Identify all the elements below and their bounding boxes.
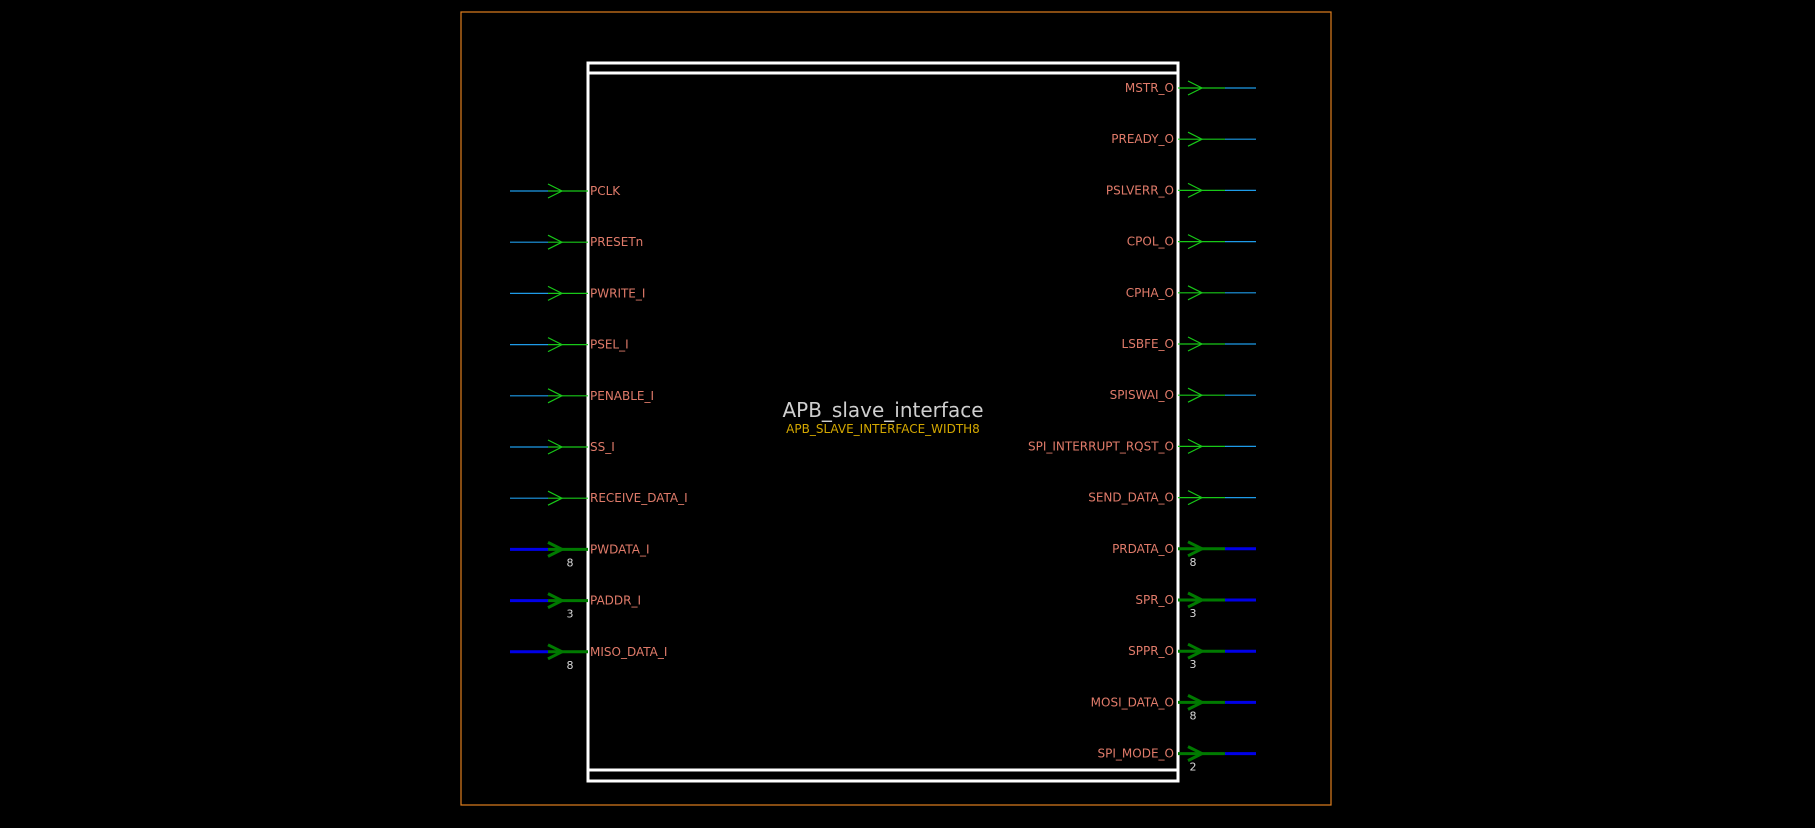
output-port-label: MSTR_O	[1125, 81, 1174, 95]
input-port-label: RECEIVE_DATA_I	[590, 491, 688, 505]
bus-width-label: 8	[1190, 709, 1197, 722]
input-port-label: MISO_DATA_I	[590, 645, 667, 659]
bus-width-label: 8	[1190, 556, 1197, 569]
output-port-label: MOSI_DATA_O	[1091, 695, 1174, 709]
bus-width-label: 8	[567, 659, 574, 672]
module-name: APB_slave_interface	[782, 398, 983, 422]
bus-width-label: 3	[1190, 607, 1197, 620]
output-port-label: SPISWAI_O	[1110, 388, 1174, 402]
module-parameter: APB_SLAVE_INTERFACE_WIDTH8	[786, 422, 980, 436]
output-port-label: PSLVERR_O	[1106, 183, 1174, 197]
input-port-label: PWDATA_I	[590, 542, 650, 556]
output-port-label: PREADY_O	[1111, 132, 1174, 146]
bus-width-label: 2	[1190, 761, 1197, 774]
schematic-canvas: APB_slave_interface APB_SLAVE_INTERFACE_…	[0, 0, 1815, 828]
output-port-label: SPI_INTERRUPT_RQST_O	[1028, 439, 1174, 453]
output-port-label: LSBFE_O	[1122, 337, 1174, 351]
input-port-label: PSEL_I	[590, 338, 629, 352]
input-port-label: PCLK	[590, 184, 621, 198]
output-port-label: SPI_MODE_O	[1098, 747, 1174, 761]
input-port-label: PRESETn	[590, 235, 643, 249]
input-port-label: SS_I	[590, 440, 615, 454]
input-port-label: PADDR_I	[590, 594, 641, 608]
output-port-label: CPOL_O	[1127, 235, 1174, 249]
bus-width-label: 3	[567, 608, 574, 621]
input-port-label: PWRITE_I	[590, 286, 645, 300]
output-port-label: SPR_O	[1135, 593, 1174, 607]
output-port-label: SEND_DATA_O	[1088, 491, 1174, 505]
input-port-label: PENABLE_I	[590, 389, 654, 403]
bus-width-label: 8	[567, 556, 574, 569]
output-port-label: CPHA_O	[1126, 286, 1174, 300]
output-port-label: SPPR_O	[1128, 644, 1174, 658]
bus-width-label: 3	[1190, 658, 1197, 671]
output-port-label: PRDATA_O	[1112, 542, 1174, 556]
